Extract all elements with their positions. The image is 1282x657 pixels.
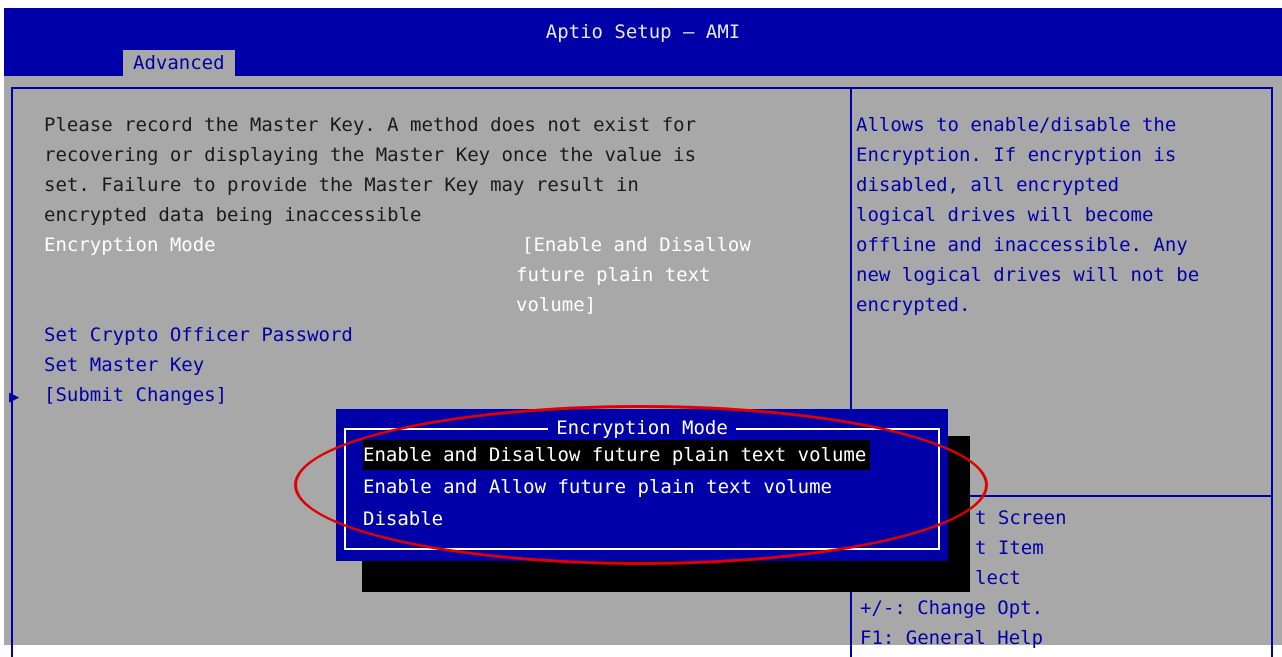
annotation-circle: [294, 405, 988, 565]
message-line-1: Please record the Master Key. A method d…: [44, 114, 697, 136]
key-hint-item: t Item: [975, 537, 1044, 559]
submenu-arrow-icon: ▶: [9, 387, 20, 407]
title-bar: Aptio Setup – AMI Advanced: [4, 8, 1282, 76]
set-crypto-officer-password-item[interactable]: Set Crypto Officer Password: [44, 320, 353, 350]
help-line-4: logical drives will become: [856, 204, 1154, 226]
help-line-7: encrypted.: [856, 294, 971, 316]
message-line-3: set. Failure to provide the Master Key m…: [44, 174, 639, 196]
message-line-4: encrypted data being inaccessible: [44, 204, 422, 226]
encryption-mode-value-line-1[interactable]: [Enable and Disallow: [522, 230, 751, 260]
key-hint-general-help: F1: General Help: [860, 627, 1044, 649]
tab-advanced[interactable]: Advanced: [123, 50, 235, 76]
key-hint-select: lect: [975, 567, 1021, 589]
help-line-5: offline and inaccessible. Any: [856, 234, 1188, 256]
help-line-1: Allows to enable/disable the: [856, 114, 1177, 136]
encryption-mode-label[interactable]: Encryption Mode: [44, 230, 216, 260]
encryption-mode-value-line-2[interactable]: future plain text: [516, 260, 710, 290]
message-line-2: recovering or displaying the Master Key …: [44, 144, 697, 166]
key-hint-change-opt: +/-: Change Opt.: [860, 597, 1044, 619]
help-line-3: disabled, all encrypted: [856, 174, 1120, 196]
encryption-mode-value-line-3[interactable]: volume]: [516, 290, 596, 320]
window-title: Aptio Setup – AMI: [545, 21, 741, 43]
submit-changes-item[interactable]: [Submit Changes]: [44, 380, 227, 410]
key-hint-screen: t Screen: [975, 507, 1067, 529]
help-line-2: Encryption. If encryption is: [856, 144, 1177, 166]
help-line-6: new logical drives will not be: [856, 264, 1200, 286]
set-master-key-item[interactable]: Set Master Key: [44, 350, 204, 380]
